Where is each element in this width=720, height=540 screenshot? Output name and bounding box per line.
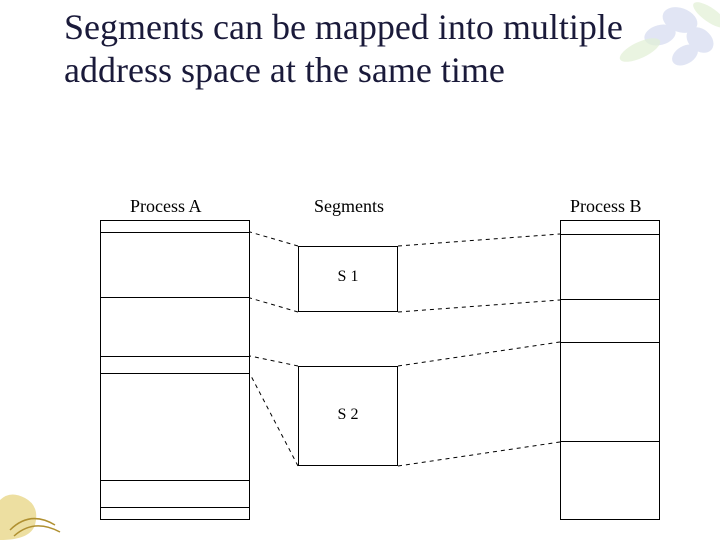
segment-s1-label: S 1 bbox=[298, 268, 398, 286]
process-b-region-s1 bbox=[560, 234, 660, 300]
process-b-region-s2 bbox=[560, 342, 660, 442]
label-process-a: Process A bbox=[130, 196, 202, 217]
process-a-region-s2 bbox=[100, 480, 250, 508]
label-segments: Segments bbox=[314, 196, 384, 217]
segment-s2-label: S 2 bbox=[298, 406, 398, 424]
label-process-b: Process B bbox=[570, 196, 642, 217]
process-a-region-s1 bbox=[100, 232, 250, 298]
process-a-gap1 bbox=[100, 356, 250, 374]
corner-decoration bbox=[0, 470, 100, 540]
slide-title: Segments can be mapped into multiple add… bbox=[64, 6, 624, 92]
